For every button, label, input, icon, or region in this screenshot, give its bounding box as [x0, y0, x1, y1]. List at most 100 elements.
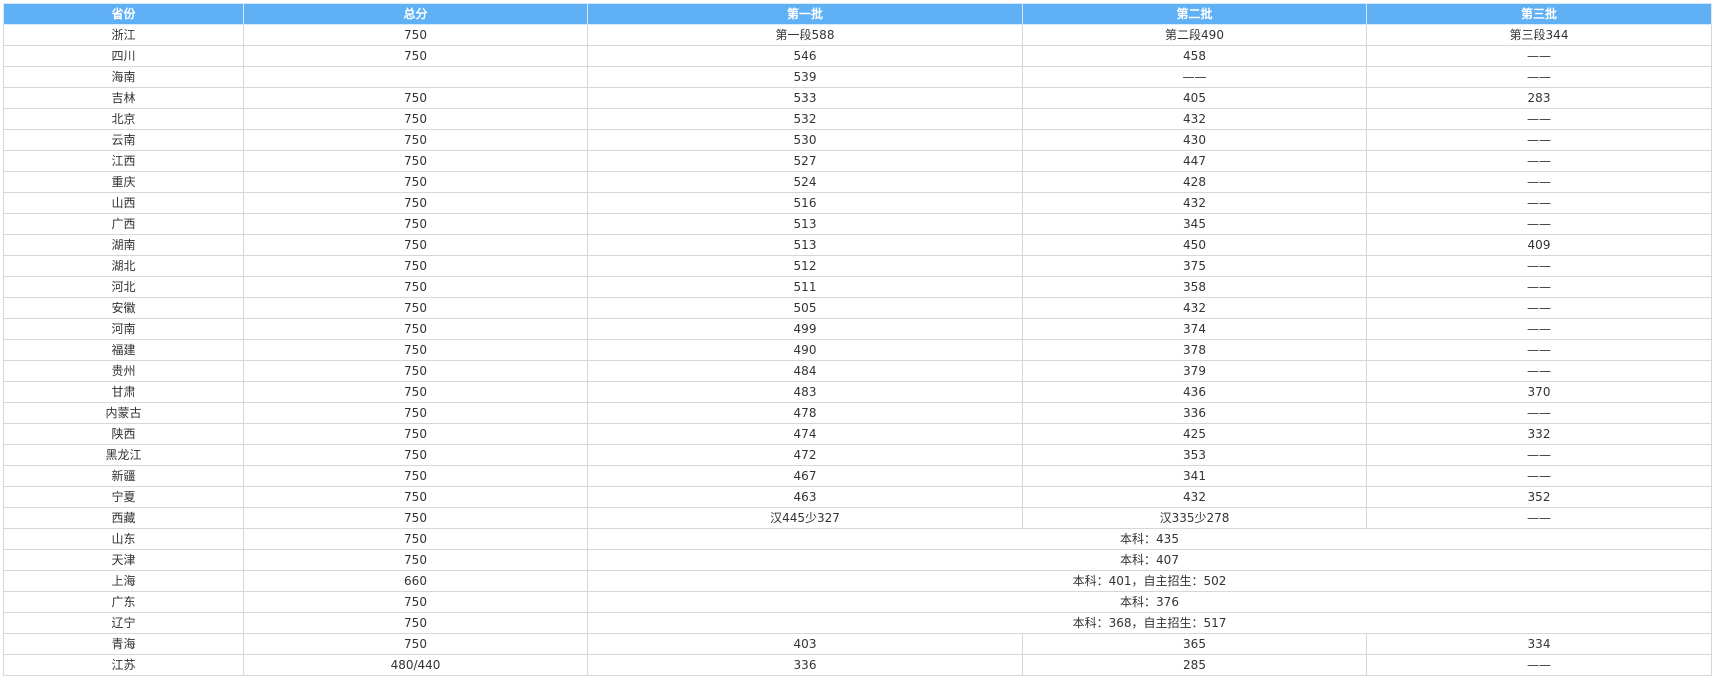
- cell-batch3: 352: [1366, 486, 1712, 508]
- cell-total: 750: [243, 234, 588, 256]
- table-row: 黑龙江 750 472 353 ——: [3, 444, 1712, 466]
- cell-batch3: 283: [1366, 87, 1712, 109]
- cell-province: 云南: [3, 129, 244, 151]
- cell-merged-cutoff: 本科：368，自主招生：517: [587, 612, 1712, 634]
- cell-total: 750: [243, 318, 588, 340]
- cell-batch1: 484: [587, 360, 1023, 382]
- table-row: 江苏 480/440 336 285 ——: [3, 654, 1712, 676]
- cell-batch3: ——: [1366, 213, 1712, 235]
- cell-batch3: ——: [1366, 255, 1712, 277]
- table-row: 西藏 750 汉445少327 汉335少278 ——: [3, 507, 1712, 529]
- cell-merged-cutoff: 本科：407: [587, 549, 1712, 571]
- cell-province: 天津: [3, 549, 244, 571]
- cell-batch1: 403: [587, 633, 1023, 655]
- cell-batch1: 511: [587, 276, 1023, 298]
- cell-batch1: 513: [587, 213, 1023, 235]
- cell-merged-cutoff: 本科：435: [587, 528, 1712, 550]
- cell-batch3: ——: [1366, 318, 1712, 340]
- cell-batch3: ——: [1366, 507, 1712, 529]
- cell-total: 750: [243, 402, 588, 424]
- cell-batch3: ——: [1366, 276, 1712, 298]
- cell-batch2: 425: [1022, 423, 1367, 445]
- table-row: 江西 750 527 447 ——: [3, 150, 1712, 172]
- cell-total: 750: [243, 45, 588, 67]
- cell-total: 750: [243, 297, 588, 319]
- cell-province: 重庆: [3, 171, 244, 193]
- cell-total: 750: [243, 612, 588, 634]
- cell-province: 山西: [3, 192, 244, 214]
- table-header: 省份 总分 第一批 第二批 第三批: [3, 3, 1712, 25]
- cell-total: 750: [243, 150, 588, 172]
- cell-total: 750: [243, 24, 588, 46]
- table-row: 北京 750 532 432 ——: [3, 108, 1712, 130]
- cell-total: 750: [243, 507, 588, 529]
- table-row: 天津 750 本科：407: [3, 549, 1712, 571]
- score-table: 省份 总分 第一批 第二批 第三批 浙江 750 第一段588 第二段490 第三段34…: [3, 3, 1712, 676]
- cell-batch3: ——: [1366, 339, 1712, 361]
- cell-province: 西藏: [3, 507, 244, 529]
- cell-batch1: 478: [587, 402, 1023, 424]
- cell-batch1: 533: [587, 87, 1023, 109]
- cell-batch1: 490: [587, 339, 1023, 361]
- score-table-container: 省份 总分 第一批 第二批 第三批 浙江 750 第一段588 第二段490 第三段34…: [3, 3, 1712, 676]
- cell-batch3: 332: [1366, 423, 1712, 445]
- cell-province: 黑龙江: [3, 444, 244, 466]
- cell-batch1: 513: [587, 234, 1023, 256]
- cell-batch3: 409: [1366, 234, 1712, 256]
- cell-total: [243, 66, 588, 88]
- table-row: 陕西 750 474 425 332: [3, 423, 1712, 445]
- cell-province: 辽宁: [3, 612, 244, 634]
- cell-batch3: ——: [1366, 444, 1712, 466]
- cell-batch2: 458: [1022, 45, 1367, 67]
- cell-batch2: 汉335少278: [1022, 507, 1367, 529]
- cell-batch3: 第三段344: [1366, 24, 1712, 46]
- cell-batch3: ——: [1366, 150, 1712, 172]
- table-row: 辽宁 750 本科：368，自主招生：517: [3, 612, 1712, 634]
- cell-province: 海南: [3, 66, 244, 88]
- cell-total: 750: [243, 171, 588, 193]
- cell-batch2: 379: [1022, 360, 1367, 382]
- cell-total: 750: [243, 549, 588, 571]
- cell-province: 四川: [3, 45, 244, 67]
- cell-province: 河南: [3, 318, 244, 340]
- cell-total: 750: [243, 423, 588, 445]
- cell-batch1: 516: [587, 192, 1023, 214]
- cell-batch1: 505: [587, 297, 1023, 319]
- cell-province: 宁夏: [3, 486, 244, 508]
- cell-province: 山东: [3, 528, 244, 550]
- cell-batch1: 524: [587, 171, 1023, 193]
- cell-batch3: ——: [1366, 45, 1712, 67]
- cell-province: 江西: [3, 150, 244, 172]
- cell-total: 750: [243, 276, 588, 298]
- cell-batch2: 375: [1022, 255, 1367, 277]
- header-total: 总分: [243, 3, 588, 25]
- table-row: 吉林 750 533 405 283: [3, 87, 1712, 109]
- cell-province: 吉林: [3, 87, 244, 109]
- cell-province: 内蒙古: [3, 402, 244, 424]
- cell-batch3: ——: [1366, 192, 1712, 214]
- header-batch3: 第三批: [1366, 3, 1712, 25]
- cell-total: 750: [243, 465, 588, 487]
- cell-batch2: 365: [1022, 633, 1367, 655]
- cell-batch2: 405: [1022, 87, 1367, 109]
- table-row: 河南 750 499 374 ——: [3, 318, 1712, 340]
- cell-batch1: 336: [587, 654, 1023, 676]
- cell-province: 江苏: [3, 654, 244, 676]
- cell-total: 750: [243, 528, 588, 550]
- cell-province: 湖南: [3, 234, 244, 256]
- cell-total: 750: [243, 633, 588, 655]
- cell-total: 660: [243, 570, 588, 592]
- table-row: 广西 750 513 345 ——: [3, 213, 1712, 235]
- cell-province: 青海: [3, 633, 244, 655]
- cell-batch1: 546: [587, 45, 1023, 67]
- cell-batch2: 378: [1022, 339, 1367, 361]
- cell-batch3: ——: [1366, 129, 1712, 151]
- cell-total: 750: [243, 486, 588, 508]
- table-row: 甘肃 750 483 436 370: [3, 381, 1712, 403]
- table-row: 山东 750 本科：435: [3, 528, 1712, 550]
- cell-total: 750: [243, 339, 588, 361]
- cell-batch3: ——: [1366, 402, 1712, 424]
- cell-total: 750: [243, 444, 588, 466]
- table-row: 安徽 750 505 432 ——: [3, 297, 1712, 319]
- cell-batch2: ——: [1022, 66, 1367, 88]
